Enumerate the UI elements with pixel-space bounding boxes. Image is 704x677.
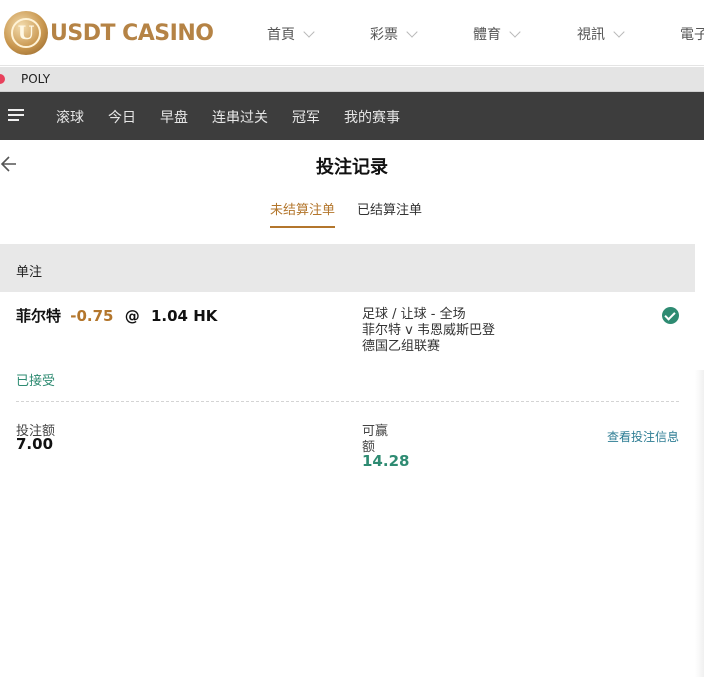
nav-lottery[interactable]: 彩票 bbox=[370, 24, 418, 44]
bet-status-tabs: 未结算注单 已结算注单 bbox=[0, 199, 704, 229]
nav-lottery-label: 彩票 bbox=[370, 27, 398, 43]
nav-slots-label: 電子 bbox=[680, 27, 704, 43]
logo-mark: U bbox=[11, 18, 41, 48]
chevron-down-icon bbox=[406, 25, 418, 38]
selection-name: 菲尔特 bbox=[16, 307, 62, 325]
logo-badge: U bbox=[4, 11, 48, 55]
stake-value: 7.00 bbox=[16, 435, 54, 453]
status-badge: 已接受 bbox=[16, 374, 56, 389]
chevron-down-icon bbox=[303, 25, 315, 38]
view-bet-info-link[interactable]: 查看投注信息 bbox=[607, 428, 679, 445]
nav-home-label: 首頁 bbox=[267, 27, 295, 43]
sports-menu-parlay[interactable]: 连串过关 bbox=[212, 107, 268, 127]
tab-favicon-icon bbox=[0, 74, 5, 84]
page-title: 投注记录 bbox=[316, 157, 388, 178]
market-type: 足球 / 让球 - 全场 bbox=[362, 307, 466, 322]
sports-menu-my-events[interactable]: 我的赛事 bbox=[344, 107, 400, 127]
bet-selection: 菲尔特 -0.75 @ 1.04 HK bbox=[16, 305, 217, 326]
logo-text: USDT CASINO bbox=[50, 20, 214, 46]
chevron-down-icon bbox=[509, 25, 521, 38]
odds: 1.04 HK bbox=[150, 307, 218, 325]
win-value: 14.28 bbox=[362, 452, 410, 470]
handicap: -0.75 bbox=[70, 307, 114, 325]
sports-menu-bar: 滚球 今日 早盘 连串过关 冠军 我的赛事 bbox=[0, 92, 704, 140]
casino-logo[interactable]: U USDT CASINO bbox=[4, 10, 214, 56]
nav-live-label: 視訊 bbox=[577, 27, 605, 43]
nav-slots[interactable]: 電子 bbox=[680, 24, 704, 44]
sports-menu-inplay[interactable]: 滚球 bbox=[56, 107, 84, 127]
odds-at: @ bbox=[124, 307, 140, 325]
site-header: U USDT CASINO 首頁 彩票 體育 視訊 電子 bbox=[0, 0, 704, 66]
tab-unsettled[interactable]: 未结算注单 bbox=[270, 199, 336, 228]
nav-live[interactable]: 視訊 bbox=[577, 24, 625, 44]
bet-market-info: 足球 / 让球 - 全场 菲尔特 v 韦恩威斯巴登 德国乙组联赛 bbox=[362, 307, 495, 355]
chevron-down-icon bbox=[613, 25, 625, 38]
menu-icon[interactable] bbox=[8, 109, 24, 123]
nav-home[interactable]: 首頁 bbox=[267, 24, 315, 44]
provider-tab[interactable]: POLY bbox=[21, 72, 50, 86]
sports-menu-outright[interactable]: 冠军 bbox=[292, 107, 320, 127]
edge-shadow bbox=[695, 370, 704, 677]
check-circle-icon bbox=[662, 307, 679, 324]
divider bbox=[16, 401, 679, 402]
nav-sports-label: 體育 bbox=[473, 27, 501, 43]
sports-menu-early[interactable]: 早盘 bbox=[160, 107, 188, 127]
provider-tab-bar: POLY bbox=[0, 67, 704, 92]
nav-sports[interactable]: 體育 bbox=[473, 24, 521, 44]
sports-menu-today[interactable]: 今日 bbox=[108, 107, 136, 127]
tab-settled[interactable]: 已结算注单 bbox=[357, 199, 422, 226]
section-title: 单注 bbox=[0, 244, 695, 292]
match-name: 菲尔特 v 韦恩威斯巴登 bbox=[362, 323, 495, 338]
league-name: 德国乙组联赛 bbox=[362, 339, 441, 354]
